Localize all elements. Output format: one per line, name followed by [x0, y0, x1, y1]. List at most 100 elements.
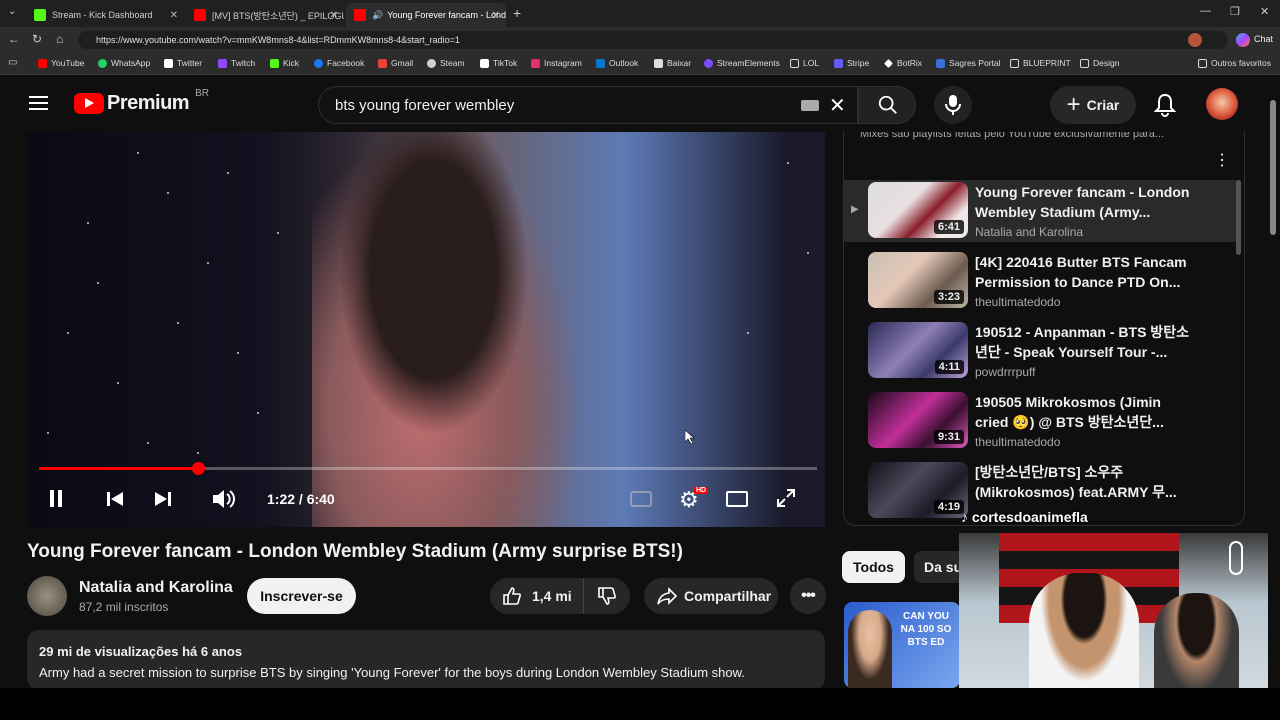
page-scrollbar[interactable]: [1270, 100, 1276, 235]
bookmark-whatsapp[interactable]: WhatsApp: [98, 58, 150, 68]
playlist-item[interactable]: 3:23 [4K] 220416 Butter BTS Fancam Permi…: [844, 250, 1236, 312]
bookmark-twitch[interactable]: Twitch: [218, 58, 255, 68]
bookmark-stripe[interactable]: Stripe: [834, 58, 869, 68]
bookmark-gmail[interactable]: Gmail: [378, 58, 413, 68]
playlist-scrollbar[interactable]: [1236, 180, 1241, 255]
sagres-icon: [936, 58, 945, 68]
playlist-item[interactable]: 4:11 190512 - Anpanman - BTS 방탄소년단 - Spe…: [844, 320, 1236, 382]
streamer-handle: ♪ cortesdoanimefla: [961, 509, 1088, 525]
bookmark-baixar[interactable]: Baixar: [654, 58, 691, 68]
restore-icon[interactable]: ❐: [1230, 5, 1240, 18]
tab-young-forever[interactable]: 🔊 Young Forever fancam - Lond ✕: [346, 3, 506, 27]
close-window-icon[interactable]: ✕: [1260, 5, 1269, 18]
bookmark-tiktok[interactable]: TikTok: [480, 58, 517, 68]
filter-chip-all[interactable]: Todos: [842, 551, 905, 583]
search-button[interactable]: [858, 86, 916, 124]
chat-label[interactable]: Chat: [1254, 34, 1273, 44]
new-tab-icon[interactable]: +: [513, 5, 521, 21]
close-tab-icon[interactable]: ✕: [492, 10, 500, 21]
playlist-item-current[interactable]: ▶ 6:41 Young Forever fancam - London Wem…: [844, 180, 1236, 242]
pause-button[interactable]: [50, 490, 62, 513]
like-button[interactable]: 1,4 mi: [490, 578, 584, 614]
botrix-icon: [884, 58, 893, 68]
sparkle: [747, 332, 749, 334]
bookmark-facebook[interactable]: Facebook: [314, 58, 364, 68]
region-code: BR: [195, 88, 209, 99]
bookmark-youtube[interactable]: YouTube: [38, 58, 84, 68]
whatsapp-icon: [98, 58, 107, 68]
profile-avatar[interactable]: [1188, 33, 1202, 47]
home-icon[interactable]: ⌂: [56, 32, 63, 46]
url-text: https://www.youtube.com/watch?v=mmKW8mns…: [96, 35, 460, 45]
sparkle: [227, 172, 229, 174]
playlist-more-icon[interactable]: ⋮: [1214, 150, 1230, 170]
sidebar-toggle-icon[interactable]: ▭: [8, 57, 17, 68]
channel-name[interactable]: Natalia and Karolina: [79, 579, 233, 597]
time-display: 1:22 / 6:40: [267, 491, 335, 507]
stripe-icon: [834, 58, 843, 68]
bookmark-design[interactable]: Design: [1080, 58, 1119, 68]
bookmark-steam[interactable]: Steam: [427, 58, 465, 68]
playlist-thumbnail: 6:41: [868, 182, 968, 238]
minimize-icon[interactable]: —: [1200, 5, 1211, 17]
video-player[interactable]: 1:22 / 6:40 ⚙ HD: [27, 132, 825, 527]
voice-search-button[interactable]: [934, 86, 972, 124]
more-icon: •••: [801, 587, 816, 604]
youtube-premium-logo[interactable]: Premium BR: [74, 88, 209, 115]
back-icon[interactable]: ←: [8, 32, 20, 46]
close-tab-icon[interactable]: ✕: [330, 10, 338, 21]
create-button[interactable]: + Criar: [1050, 86, 1136, 124]
bookmark-botrix[interactable]: BotRix: [884, 58, 922, 68]
volume-button[interactable]: [211, 488, 235, 516]
bookmark-other-favorites[interactable]: Outros favoritos: [1198, 58, 1271, 68]
sparkle: [787, 162, 789, 164]
channel-avatar[interactable]: [27, 576, 67, 616]
progress-bar[interactable]: [39, 462, 817, 475]
bookmark-outlook[interactable]: Outlook: [596, 58, 638, 68]
playlist-item-channel: theultimatedodo: [975, 295, 1061, 309]
sparkle: [147, 442, 149, 444]
tab-kick-dashboard[interactable]: Stream - Kick Dashboard ✕: [26, 3, 184, 27]
dislike-button[interactable]: [584, 578, 630, 614]
bookmark-streamelements[interactable]: StreamElements: [704, 58, 780, 68]
bookmark-blueprint[interactable]: BLUEPRINT: [1010, 58, 1071, 68]
user-avatar[interactable]: [1206, 88, 1238, 120]
bookmark-lol[interactable]: LOL: [790, 58, 819, 68]
menu-icon[interactable]: [29, 96, 48, 111]
more-actions-button[interactable]: •••: [790, 578, 826, 614]
clear-search-icon[interactable]: ✕: [829, 93, 846, 118]
hd-badge: HD: [694, 487, 709, 494]
keyboard-icon[interactable]: [801, 100, 819, 111]
chip-label: Todos: [853, 559, 894, 575]
theater-mode-button[interactable]: [726, 490, 748, 513]
previous-button[interactable]: [105, 489, 125, 515]
sparkle: [117, 382, 119, 384]
share-button[interactable]: Compartilhar: [644, 578, 778, 614]
reload-icon[interactable]: ↻: [32, 32, 42, 46]
youtube-play-icon: [74, 93, 104, 114]
fullscreen-button[interactable]: [776, 488, 796, 514]
bookmark-sagres-portal[interactable]: Sagres Portal: [936, 58, 1001, 68]
sparkle: [207, 262, 209, 264]
bookmark-twitter[interactable]: Twitter: [164, 58, 202, 68]
microphone-icon: [945, 95, 961, 115]
close-tab-icon[interactable]: ✕: [170, 10, 178, 21]
sparkle: [237, 352, 239, 354]
captions-button[interactable]: [630, 490, 652, 513]
copilot-icon[interactable]: [1236, 33, 1250, 47]
search-input[interactable]: bts young forever wembley ✕: [318, 86, 858, 124]
description-box[interactable]: 29 mi de visualizações há 6 anos Army ha…: [27, 630, 825, 690]
subscribe-button[interactable]: Inscrever-se: [247, 578, 356, 614]
recommended-video-thumbnail[interactable]: CAN YOU NA 100 SO BTS ED: [844, 602, 960, 688]
bookmark-kick[interactable]: Kick: [270, 58, 299, 68]
playlist-item[interactable]: 9:31 190505 Mikrokosmos (Jimin cried 🥺) …: [844, 390, 1236, 452]
settings-button[interactable]: ⚙ HD: [679, 487, 709, 513]
tab-list-chevron-icon[interactable]: ⌄: [8, 6, 16, 17]
notifications-bell-icon[interactable]: [1154, 93, 1176, 117]
next-button[interactable]: [153, 489, 173, 515]
bookmark-instagram[interactable]: Instagram: [531, 58, 582, 68]
folder-icon: [1198, 58, 1207, 68]
tab-bts-epilogue[interactable]: [MV] BTS(방탄소년단) _ EPILOGUE ✕: [186, 3, 344, 27]
url-field[interactable]: https://www.youtube.com/watch?v=mmKW8mns…: [78, 31, 1228, 49]
outlook-icon: [596, 58, 605, 68]
